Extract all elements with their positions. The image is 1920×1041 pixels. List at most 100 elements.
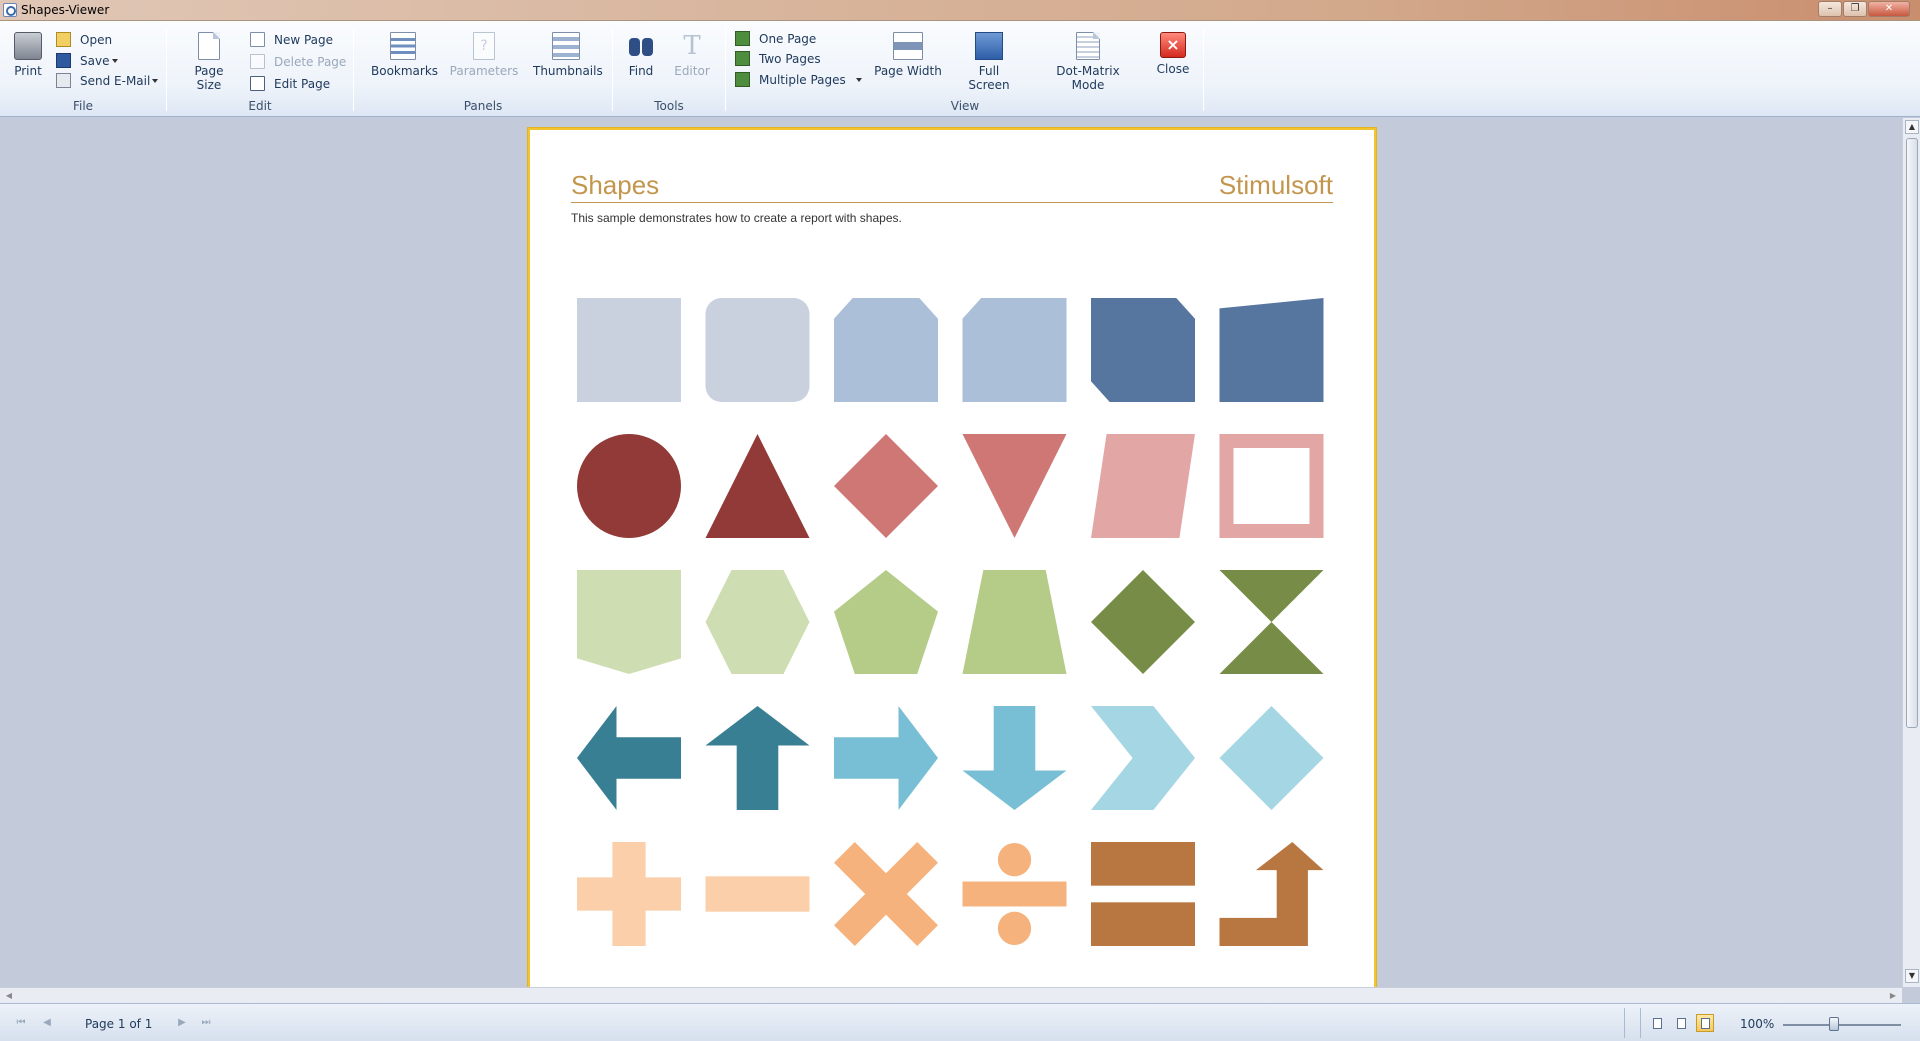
pentagon-shape: [834, 570, 938, 674]
parameters-button[interactable]: ? Parameters: [449, 32, 519, 78]
inverted-triangle-shape: [962, 434, 1067, 538]
scroll-left-arrow-icon[interactable]: ◀: [2, 989, 16, 1002]
new-page-icon: [250, 32, 265, 47]
view-multiple-pages-icon[interactable]: [1696, 1014, 1714, 1032]
full-screen-icon: [975, 32, 1003, 60]
panels-group-label: Panels: [463, 99, 503, 113]
chevron-down-icon: [112, 59, 118, 63]
one-page-label: One Page: [759, 32, 817, 46]
preview-area[interactable]: Shapes Stimulsoft This sample demonstrat…: [0, 118, 1920, 991]
previous-page-icon[interactable]: ◀: [40, 1016, 54, 1030]
edit-page-icon: [250, 76, 265, 91]
arrow-down-shape: [962, 706, 1067, 810]
close-report-button[interactable]: × Close: [1154, 32, 1192, 76]
diamond-light-shape: [1219, 706, 1324, 810]
bookmarks-icon: [390, 32, 416, 60]
separator: [1203, 27, 1204, 111]
equal-top-shape: [1091, 842, 1195, 886]
view-page-width-icon[interactable]: [1672, 1014, 1690, 1032]
restore-button[interactable]: ❐: [1843, 1, 1867, 17]
close-window-button[interactable]: ✕: [1868, 1, 1910, 17]
minimize-button[interactable]: –: [1818, 1, 1842, 17]
bookmarks-button[interactable]: Bookmarks: [371, 32, 438, 78]
status-bar: ⏮ ◀ Page 1 of 1 ▶ ⏭ 100%: [0, 1003, 1920, 1041]
text-editor-icon: T: [683, 31, 701, 61]
full-screen-button[interactable]: Full Screen: [958, 32, 1020, 92]
edit-group-label: Edit: [248, 99, 272, 113]
last-page-icon[interactable]: ⏭: [199, 1016, 213, 1030]
scroll-up-arrow-icon[interactable]: ▲: [1905, 120, 1919, 134]
scroll-down-arrow-icon[interactable]: ▼: [1905, 969, 1919, 983]
title-bar: Shapes-Viewer – ❐ ✕: [0, 0, 1920, 21]
parameters-label: Parameters: [449, 64, 519, 78]
circle-shape: [577, 434, 681, 538]
window-title: Shapes-Viewer: [21, 3, 110, 17]
multiple-pages-icon: [735, 72, 750, 87]
frame-shape: [1219, 434, 1324, 538]
zoom-slider-track[interactable]: [1783, 1024, 1901, 1026]
delete-page-icon: [250, 54, 265, 69]
print-button[interactable]: Print: [10, 32, 46, 78]
view-one-page-icon[interactable]: [1648, 1014, 1666, 1032]
save-icon: [56, 53, 71, 68]
zoom-slider-thumb[interactable]: [1829, 1017, 1839, 1031]
scroll-right-arrow-icon[interactable]: ▶: [1886, 989, 1900, 1002]
snip-corners-shape: [834, 298, 938, 402]
chevron-down-icon: [856, 78, 862, 82]
horizontal-scrollbar[interactable]: ◀ ▶: [0, 987, 1902, 1003]
one-page-icon: [735, 31, 750, 46]
dot-matrix-label: Dot-Matrix Mode: [1056, 64, 1120, 92]
page-indicator: Page 1 of 1: [85, 1017, 153, 1031]
app-icon: [3, 3, 17, 17]
find-button[interactable]: Find: [624, 32, 658, 78]
view-group-label: View: [950, 99, 980, 113]
thumbnails-icon: [552, 32, 580, 60]
tools-group: Find T Editor Tools: [614, 24, 724, 116]
page-width-label: Page Width: [874, 64, 942, 78]
delete-page-label: Delete Page: [274, 55, 347, 69]
snip-diagonal-shape: [1091, 298, 1195, 402]
rectangle-shape: [577, 298, 681, 402]
vertical-scrollbar[interactable]: ▲ ▼: [1902, 118, 1920, 987]
email-icon: [56, 73, 71, 88]
separator: [1624, 1008, 1625, 1038]
chevron-shape: [1091, 706, 1195, 810]
printer-icon: [14, 32, 42, 60]
folder-icon: [56, 32, 71, 47]
triangle-shape: [705, 434, 810, 538]
scroll-thumb[interactable]: [1906, 138, 1918, 728]
editor-button[interactable]: T Editor: [672, 32, 712, 78]
multiply-shape: [834, 842, 938, 946]
minus-shape: [705, 876, 810, 912]
editor-label: Editor: [674, 64, 710, 78]
shapes-canvas: [577, 298, 1324, 946]
page-width-button[interactable]: Page Width: [873, 32, 943, 78]
report-page: Shapes Stimulsoft This sample demonstrat…: [528, 128, 1376, 991]
trapezoid-slant-shape: [1219, 298, 1324, 402]
diamond-shape: [834, 434, 938, 538]
new-page-label: New Page: [274, 33, 334, 47]
two-pages-icon: [735, 51, 750, 66]
find-label: Find: [628, 64, 654, 78]
full-screen-label: Full Screen: [968, 64, 1010, 92]
ribbon-toolbar: Print Open Save Send E-Mail File Page Si…: [0, 21, 1920, 117]
arrow-left-shape: [577, 706, 681, 810]
file-group: Print Open Save Send E-Mail File: [0, 24, 166, 116]
separator: [353, 27, 354, 111]
arrow-right-shape: [834, 706, 938, 810]
edit-group: Page Size New Page Delete Page Edit Page…: [168, 24, 352, 116]
dot-matrix-icon: [1076, 32, 1100, 60]
thumbnails-button[interactable]: Thumbnails: [533, 32, 603, 78]
zoom-value: 100%: [1740, 1017, 1775, 1031]
separator: [612, 27, 613, 111]
page-size-label: Page Size: [194, 64, 224, 92]
edit-page-label: Edit Page: [274, 77, 331, 91]
multiple-pages-label: Multiple Pages: [759, 73, 846, 87]
divide-dot-bottom-shape: [997, 911, 1032, 945]
dot-matrix-button[interactable]: Dot-Matrix Mode: [1039, 32, 1137, 92]
send-email-label: Send E-Mail: [80, 74, 151, 88]
next-page-icon[interactable]: ▶: [175, 1016, 189, 1030]
close-label: Close: [1156, 62, 1190, 76]
first-page-icon[interactable]: ⏮: [14, 1016, 28, 1030]
page-size-button[interactable]: Page Size: [181, 32, 237, 92]
